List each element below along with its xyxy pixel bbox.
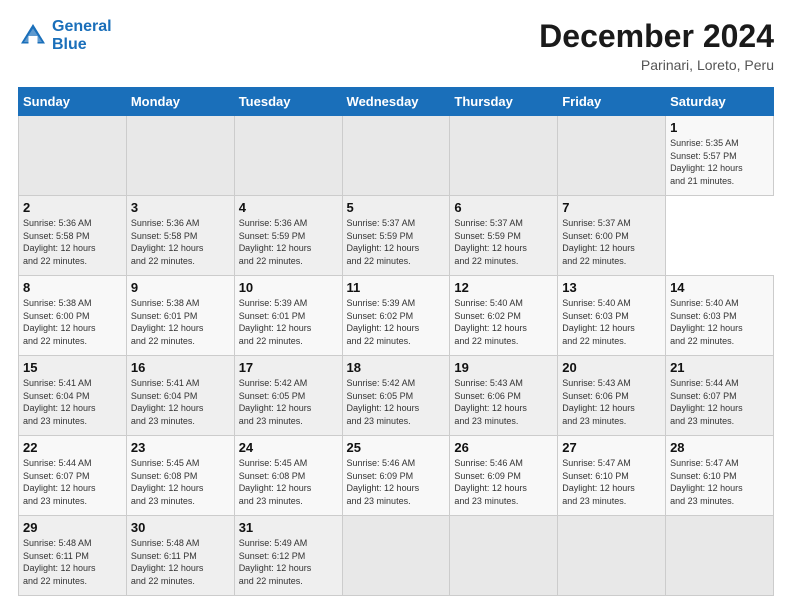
col-header-tuesday: Tuesday: [234, 88, 342, 116]
col-header-friday: Friday: [558, 88, 666, 116]
title-block: December 2024 Parinari, Loreto, Peru: [539, 18, 774, 73]
calendar-table: SundayMondayTuesdayWednesdayThursdayFrid…: [18, 87, 774, 596]
calendar-cell-17: 17Sunrise: 5:42 AMSunset: 6:05 PMDayligh…: [234, 356, 342, 436]
calendar-cell-12: 12Sunrise: 5:40 AMSunset: 6:02 PMDayligh…: [450, 276, 558, 356]
calendar-cell-25: 25Sunrise: 5:46 AMSunset: 6:09 PMDayligh…: [342, 436, 450, 516]
calendar-week-row: 15Sunrise: 5:41 AMSunset: 6:04 PMDayligh…: [19, 356, 774, 436]
calendar-cell-16: 16Sunrise: 5:41 AMSunset: 6:04 PMDayligh…: [126, 356, 234, 436]
calendar-cell-1: 1Sunrise: 5:35 AMSunset: 5:57 PMDaylight…: [666, 116, 774, 196]
calendar-week-row: 22Sunrise: 5:44 AMSunset: 6:07 PMDayligh…: [19, 436, 774, 516]
calendar-cell-6: 6Sunrise: 5:37 AMSunset: 5:59 PMDaylight…: [450, 196, 558, 276]
calendar-cell-27: 27Sunrise: 5:47 AMSunset: 6:10 PMDayligh…: [558, 436, 666, 516]
calendar-cell-2: 2Sunrise: 5:36 AMSunset: 5:58 PMDaylight…: [19, 196, 127, 276]
calendar-cell-11: 11Sunrise: 5:39 AMSunset: 6:02 PMDayligh…: [342, 276, 450, 356]
calendar-container: General Blue December 2024 Parinari, Lor…: [0, 0, 792, 606]
calendar-week-row: 8Sunrise: 5:38 AMSunset: 6:00 PMDaylight…: [19, 276, 774, 356]
calendar-header-row: SundayMondayTuesdayWednesdayThursdayFrid…: [19, 88, 774, 116]
calendar-cell-empty: [558, 516, 666, 596]
calendar-cell-8: 8Sunrise: 5:38 AMSunset: 6:00 PMDaylight…: [19, 276, 127, 356]
calendar-cell-empty: [558, 116, 666, 196]
calendar-cell-empty: [126, 116, 234, 196]
calendar-cell-23: 23Sunrise: 5:45 AMSunset: 6:08 PMDayligh…: [126, 436, 234, 516]
calendar-cell-9: 9Sunrise: 5:38 AMSunset: 6:01 PMDaylight…: [126, 276, 234, 356]
calendar-cell-4: 4Sunrise: 5:36 AMSunset: 5:59 PMDaylight…: [234, 196, 342, 276]
calendar-cell-18: 18Sunrise: 5:42 AMSunset: 6:05 PMDayligh…: [342, 356, 450, 436]
calendar-cell-empty: [342, 516, 450, 596]
calendar-subtitle: Parinari, Loreto, Peru: [539, 57, 774, 73]
calendar-cell-26: 26Sunrise: 5:46 AMSunset: 6:09 PMDayligh…: [450, 436, 558, 516]
calendar-cell-13: 13Sunrise: 5:40 AMSunset: 6:03 PMDayligh…: [558, 276, 666, 356]
calendar-cell-7: 7Sunrise: 5:37 AMSunset: 6:00 PMDaylight…: [558, 196, 666, 276]
calendar-cell-14: 14Sunrise: 5:40 AMSunset: 6:03 PMDayligh…: [666, 276, 774, 356]
calendar-week-row: 1Sunrise: 5:35 AMSunset: 5:57 PMDaylight…: [19, 116, 774, 196]
calendar-cell-30: 30Sunrise: 5:48 AMSunset: 6:11 PMDayligh…: [126, 516, 234, 596]
calendar-cell-empty: [342, 116, 450, 196]
calendar-cell-empty: [450, 116, 558, 196]
calendar-cell-10: 10Sunrise: 5:39 AMSunset: 6:01 PMDayligh…: [234, 276, 342, 356]
calendar-cell-24: 24Sunrise: 5:45 AMSunset: 6:08 PMDayligh…: [234, 436, 342, 516]
calendar-header: General Blue December 2024 Parinari, Lor…: [18, 18, 774, 73]
logo: General Blue: [18, 18, 112, 53]
calendar-cell-21: 21Sunrise: 5:44 AMSunset: 6:07 PMDayligh…: [666, 356, 774, 436]
calendar-cell-22: 22Sunrise: 5:44 AMSunset: 6:07 PMDayligh…: [19, 436, 127, 516]
logo-icon: [18, 21, 48, 51]
calendar-cell-empty: [234, 116, 342, 196]
logo-text: General Blue: [52, 18, 112, 53]
calendar-cell-empty: [19, 116, 127, 196]
col-header-monday: Monday: [126, 88, 234, 116]
calendar-week-row: 2Sunrise: 5:36 AMSunset: 5:58 PMDaylight…: [19, 196, 774, 276]
calendar-cell-empty: [666, 516, 774, 596]
calendar-title: December 2024: [539, 18, 774, 55]
col-header-thursday: Thursday: [450, 88, 558, 116]
calendar-cell-20: 20Sunrise: 5:43 AMSunset: 6:06 PMDayligh…: [558, 356, 666, 436]
col-header-wednesday: Wednesday: [342, 88, 450, 116]
col-header-saturday: Saturday: [666, 88, 774, 116]
calendar-cell-29: 29Sunrise: 5:48 AMSunset: 6:11 PMDayligh…: [19, 516, 127, 596]
calendar-cell-5: 5Sunrise: 5:37 AMSunset: 5:59 PMDaylight…: [342, 196, 450, 276]
calendar-cell-31: 31Sunrise: 5:49 AMSunset: 6:12 PMDayligh…: [234, 516, 342, 596]
calendar-cell-empty: [450, 516, 558, 596]
calendar-cell-19: 19Sunrise: 5:43 AMSunset: 6:06 PMDayligh…: [450, 356, 558, 436]
calendar-cell-28: 28Sunrise: 5:47 AMSunset: 6:10 PMDayligh…: [666, 436, 774, 516]
col-header-sunday: Sunday: [19, 88, 127, 116]
calendar-cell-15: 15Sunrise: 5:41 AMSunset: 6:04 PMDayligh…: [19, 356, 127, 436]
calendar-cell-3: 3Sunrise: 5:36 AMSunset: 5:58 PMDaylight…: [126, 196, 234, 276]
calendar-week-row: 29Sunrise: 5:48 AMSunset: 6:11 PMDayligh…: [19, 516, 774, 596]
